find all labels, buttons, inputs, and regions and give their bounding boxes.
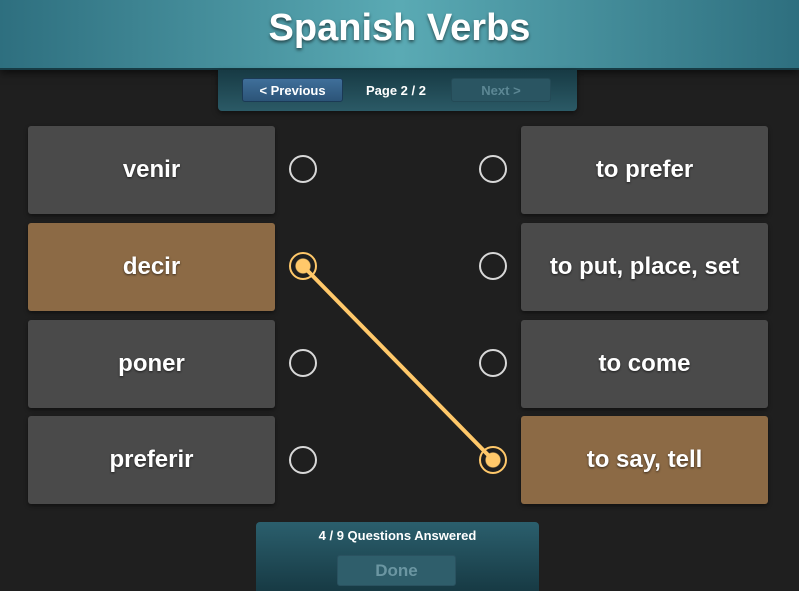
left-radio-decir[interactable] [289, 252, 317, 280]
previous-page-button[interactable]: < Previous [242, 78, 343, 102]
page-indicator: Page 2 / 2 [366, 82, 426, 98]
left-radio-venir[interactable] [289, 155, 317, 183]
pagination-bar: < Previous Page 2 / 2 Next > [218, 70, 577, 111]
left-radio-poner[interactable] [289, 349, 317, 377]
right-radio-to-come[interactable] [479, 349, 507, 377]
right-card-to-put-place-set[interactable]: to put, place, set [521, 223, 768, 311]
next-page-button[interactable]: Next > [451, 78, 551, 102]
connection-line [301, 264, 495, 462]
footer-panel: 4 / 9 Questions Answered Done [256, 522, 539, 591]
left-card-venir[interactable]: venir [28, 126, 275, 214]
page-title: Spanish Verbs [268, 6, 531, 49]
right-card-to-come[interactable]: to come [521, 320, 768, 408]
left-card-decir[interactable]: decir [28, 223, 275, 311]
header-bar: Spanish Verbs [0, 0, 799, 70]
right-radio-to-prefer[interactable] [479, 155, 507, 183]
done-button[interactable]: Done [337, 555, 456, 586]
right-card-to-prefer[interactable]: to prefer [521, 126, 768, 214]
right-radio-to-say-tell[interactable] [479, 446, 507, 474]
left-radio-preferir[interactable] [289, 446, 317, 474]
right-card-to-say-tell[interactable]: to say, tell [521, 416, 768, 504]
left-card-preferir[interactable]: preferir [28, 416, 275, 504]
left-card-poner[interactable]: poner [28, 320, 275, 408]
right-radio-to-put-place-set[interactable] [479, 252, 507, 280]
answered-count: 4 / 9 Questions Answered [318, 528, 477, 543]
